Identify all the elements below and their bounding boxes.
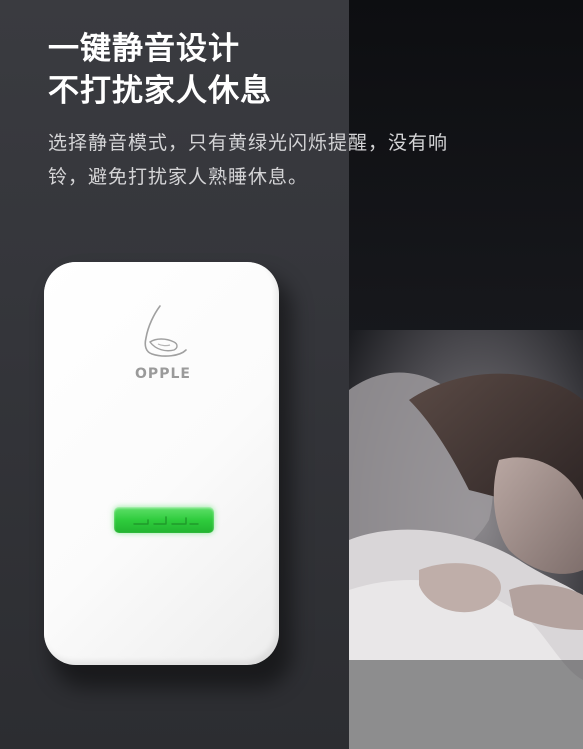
doorbell-receiver: OPPLE <box>44 262 279 665</box>
description-line-1: 选择静音模式，只有黄绿光闪烁提醒，没有响 <box>48 132 449 154</box>
opple-logo-icon <box>144 305 187 357</box>
headline: 一键静音设计 不打扰家人休息 <box>48 28 272 112</box>
headline-line-1: 一键静音设计 <box>48 31 240 67</box>
sleeping-woman-photo <box>349 330 583 749</box>
headline-line-2: 不打扰家人休息 <box>48 73 272 109</box>
description-line-2: 铃，避免打扰家人熟睡休息。 <box>48 166 309 188</box>
green-led-indicator <box>114 507 214 533</box>
brand-name: OPPLE <box>135 366 191 382</box>
description: 选择静音模式，只有黄绿光闪烁提醒，没有响 铃，避免打扰家人熟睡休息。 <box>48 126 548 194</box>
